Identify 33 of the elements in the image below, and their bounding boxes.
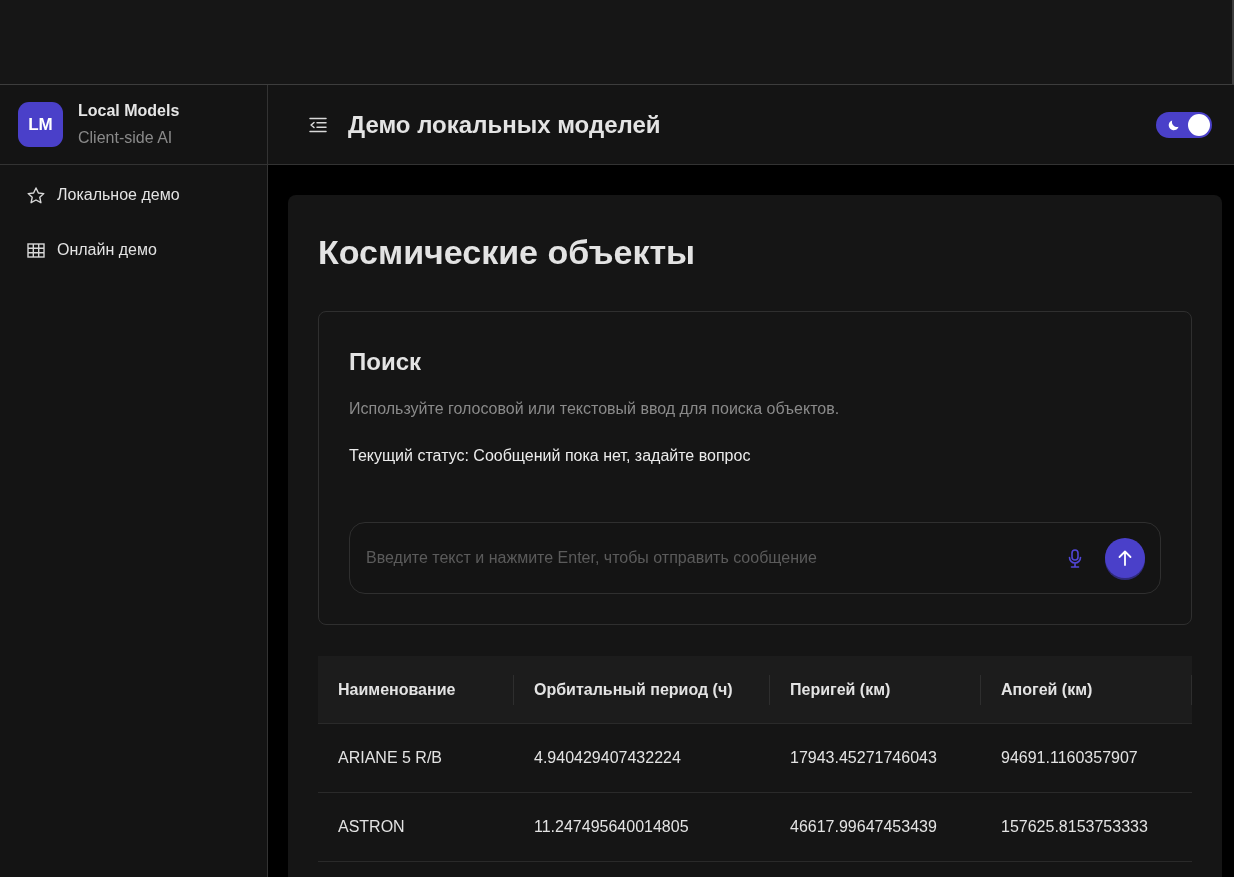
star-icon bbox=[27, 186, 45, 204]
table-cell-text: ASTRON bbox=[338, 817, 405, 837]
column-header: Наименование bbox=[338, 679, 456, 700]
search-title: Поиск bbox=[349, 347, 423, 377]
column-header: Орбитальный период (ч) bbox=[534, 679, 733, 700]
column-header: Апогей (км) bbox=[1001, 679, 1093, 700]
moon-icon bbox=[1168, 118, 1180, 131]
table-cell-text: 4.940429407432224 bbox=[534, 748, 681, 768]
message-input-box[interactable]: Введите текст и нажмите Enter, чтобы отправить сообщение bbox=[349, 522, 1161, 594]
sidebar-nav-item[interactable]: Локальное демо bbox=[0, 173, 267, 217]
table-cell-text: ARIANE 5 R/B bbox=[338, 748, 443, 768]
app-title: Local Models bbox=[78, 100, 180, 121]
send-button[interactable] bbox=[1105, 538, 1145, 578]
menu-collapse-icon bbox=[309, 116, 327, 133]
table-cell-text: 94691.1160357907 bbox=[1001, 748, 1138, 768]
page-title: Демо локальных моделей bbox=[348, 109, 661, 140]
microphone-icon bbox=[1068, 548, 1082, 568]
app-subtitle: Client-side AI bbox=[78, 127, 174, 148]
toggle-thumb bbox=[1188, 113, 1210, 136]
table-grid-icon bbox=[27, 242, 45, 258]
theme-toggle[interactable] bbox=[1156, 111, 1212, 138]
status-text: Текущий статус: Сообщений пока нет, задайте вопрос bbox=[349, 446, 752, 466]
table-cell-text: 157625.8153753333 bbox=[1001, 817, 1148, 837]
search-description: Используйте голосовой или текстовый ввод для поиска объектов. bbox=[349, 399, 841, 419]
table-cell-text: 46617.99647453439 bbox=[790, 817, 937, 837]
sidebar-nav-item[interactable]: Онлайн демо bbox=[0, 228, 267, 272]
message-input-field[interactable]: Введите текст и нажмите Enter, чтобы отправить сообщение bbox=[366, 538, 1065, 578]
table-cell-text: 17943.45271746043 bbox=[790, 748, 937, 768]
column-header: Перигей (км) bbox=[790, 679, 891, 700]
section-heading: Космические объекты bbox=[318, 232, 697, 272]
app-logo: LM bbox=[18, 102, 63, 147]
arrow-up-icon bbox=[1118, 550, 1132, 566]
table-cell-text: 11.247495640014805 bbox=[534, 817, 689, 837]
